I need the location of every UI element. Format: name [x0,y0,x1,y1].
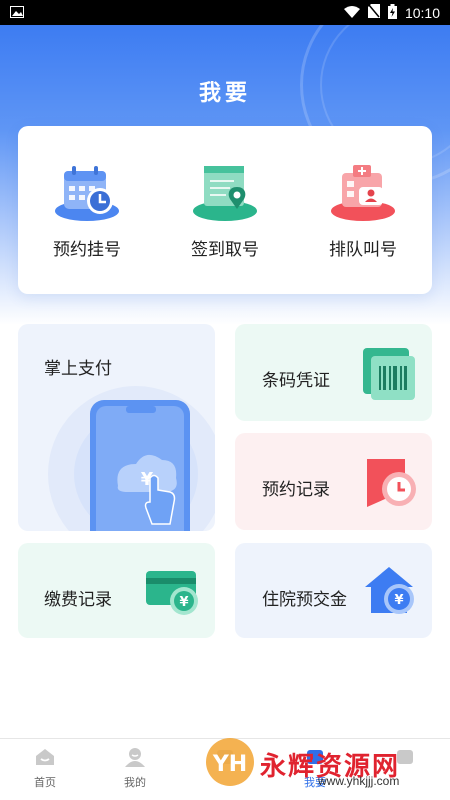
quick-label-queue: 排队叫号 [329,239,397,260]
quick-item-queue[interactable]: 排队叫号 [303,161,423,260]
tile-label-appointment-record: 预约记录 [262,480,330,500]
quick-label-checkin: 签到取号 [191,239,259,260]
tile-label-deposit: 住院预交金 [262,590,347,610]
tile-mobile-pay[interactable]: 掌上支付 ¥ [18,324,215,531]
quick-action-card: 预约挂号 签到取号 排队叫号 [18,126,432,294]
tile-appointment-record[interactable]: 预约记录 [235,433,432,530]
calendar-clock-icon [52,161,122,227]
tile-label-payment-record: 缴费记录 [44,590,112,610]
quick-label-appointment: 预约挂号 [53,239,121,260]
barcode-scan-icon [361,346,417,406]
hospital-queue-icon [328,161,398,227]
home-icon [34,747,56,771]
no-sim-icon [367,4,380,21]
house-yuan-icon: ¥ [361,563,421,623]
calendar-clock-icon [365,455,421,515]
card-yuan-icon: ¥ [144,567,204,623]
tab-mine[interactable]: 我的 [95,739,175,790]
tile-payment-record[interactable]: 缴费记录 ¥ [18,543,215,638]
watermark-logo-icon: YH [200,732,260,796]
phone-yuan-icon: ¥ [46,374,215,531]
page-title: 我要 [198,81,251,106]
ticket-pin-icon [190,161,260,227]
tile-label-barcode: 条码凭证 [262,371,330,391]
user-icon [124,747,146,771]
status-right: 10:10 [343,3,440,22]
status-time: 10:10 [404,4,440,21]
quick-item-appointment[interactable]: 预约挂号 [27,161,147,260]
site-watermark: YH 永辉资源网 [200,728,450,800]
battery-icon [387,3,397,22]
tile-barcode[interactable]: 条码凭证 [235,324,432,421]
svg-text:¥: ¥ [179,595,188,610]
image-icon [10,5,24,21]
tile-deposit[interactable]: 住院预交金 ¥ [235,543,432,638]
svg-text:¥: ¥ [394,593,403,608]
tab-label-home: 首页 [34,776,56,789]
status-left [10,5,24,21]
status-bar: 10:10 [0,0,450,25]
svg-text:YH: YH [212,752,247,777]
wifi-icon [343,5,360,21]
quick-item-checkin[interactable]: 签到取号 [165,161,285,260]
watermark-url: www.yhkjjj.com [318,774,400,788]
tab-home[interactable]: 首页 [5,739,85,790]
tab-label-mine: 我的 [124,776,146,789]
